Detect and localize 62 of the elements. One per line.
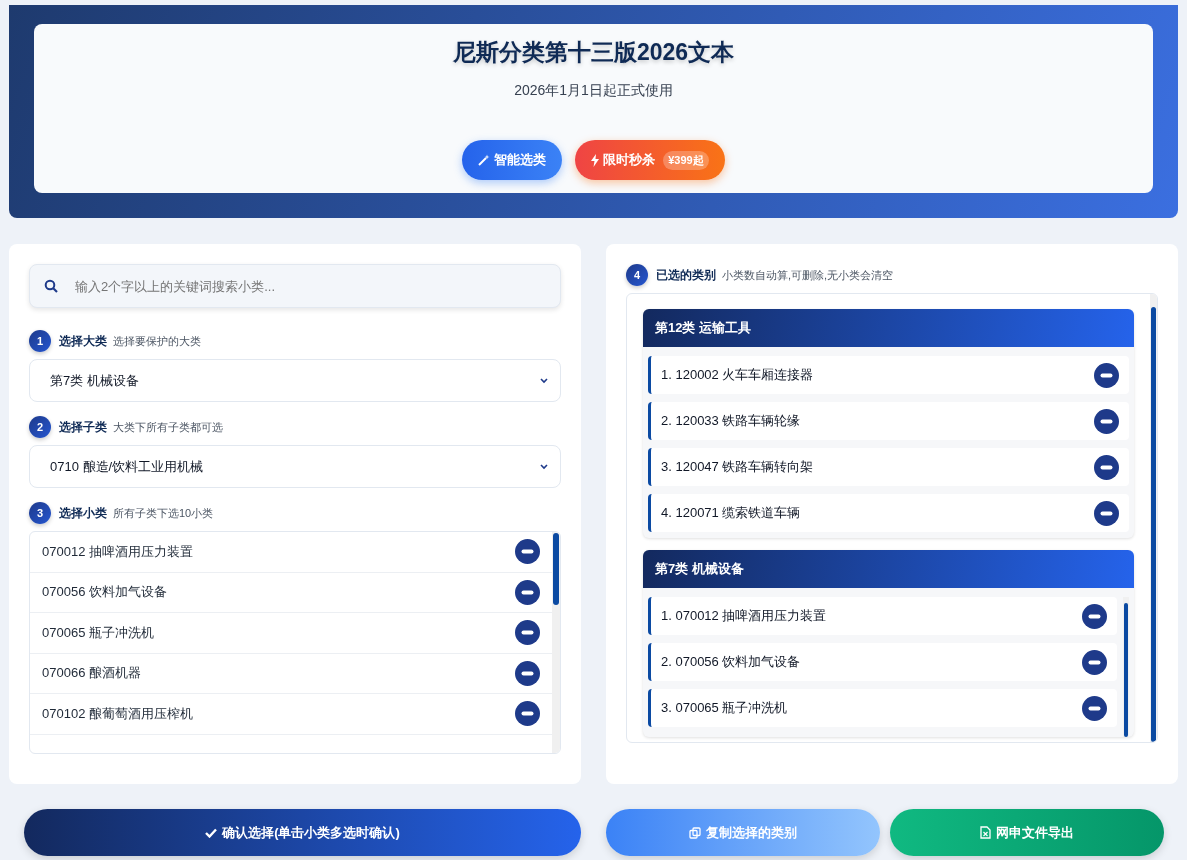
confirm-button[interactable]: 确认选择(单击小类多选时确认) [24,809,581,856]
step-title: 已选的类别 [656,266,716,284]
minus-circle-icon[interactable] [515,620,540,646]
selected-item-label: 3. 070065 瓶子冲洗机 [661,699,788,717]
minus-circle-icon[interactable] [1082,649,1107,675]
class-group-header: 第12类 运输工具 [643,309,1134,347]
subclass-item[interactable]: 070102 酿葡萄酒用压榨机 [30,694,552,735]
step-hint: 小类数自动算,可删除,无小类会清空 [722,267,894,283]
step-number: 2 [29,416,51,438]
subclass-label: 070056 饮料加气设备 [42,583,167,602]
lightning-icon [591,153,600,167]
step-hint: 所有子类下选10小类 [113,505,214,521]
check-icon [205,827,218,838]
minus-circle-icon[interactable] [1082,603,1107,629]
minus-circle-icon[interactable] [1094,362,1119,388]
subclass-label: 070065 瓶子冲洗机 [42,623,154,642]
selected-item-label: 2. 070056 饮料加气设备 [661,653,801,671]
magic-wand-icon [478,154,491,166]
category-dropdown[interactable]: 第7类 机械设备 [29,359,561,402]
step-hint: 选择要保护的大类 [113,333,201,349]
subclass-item[interactable]: 070056 饮料加气设备 [30,572,552,613]
step-number: 4 [626,264,648,286]
minus-circle-icon[interactable] [515,701,540,727]
selected-item-label: 2. 120033 铁路车辆轮缘 [661,412,801,430]
page-title: 尼斯分类第十三版2026文本 [452,38,735,67]
step-title: 选择大类 [59,332,107,350]
step-number: 1 [29,330,51,352]
selected-item-label: 3. 120047 铁路车辆转向架 [661,458,814,476]
minus-circle-icon[interactable] [1082,695,1107,721]
subclass-item[interactable]: 070012 抽啤酒用压力装置 [30,532,552,573]
page-subtitle: 2026年1月1日起正式使用 [514,82,673,100]
minus-circle-icon[interactable] [515,660,540,686]
minus-circle-icon[interactable] [1094,500,1119,526]
scrollbar[interactable] [1123,597,1129,737]
minus-circle-icon[interactable] [1094,454,1119,480]
chevron-down-icon [540,463,548,470]
step-number: 3 [29,502,51,524]
scrollbar[interactable] [552,532,560,753]
minus-circle-icon[interactable] [1094,408,1119,434]
file-icon [980,826,991,839]
selected-item-label: 1. 120002 火车车厢连接器 [661,366,814,384]
chevron-down-icon [540,377,548,384]
price-badge: ¥399起 [663,150,709,170]
search-icon [44,279,58,293]
subclass-label: 070066 酿酒机器 [42,664,141,683]
step-hint: 大类下所有子类都可选 [113,419,223,435]
selected-item-label: 1. 070012 抽啤酒用压力装置 [661,607,827,625]
subclass-item[interactable]: 070066 酿酒机器 [30,653,552,694]
smart-select-button[interactable]: 智能选类 [462,140,563,180]
step-title: 选择子类 [59,418,107,436]
minus-circle-icon[interactable] [515,579,540,605]
subclass-label: 070102 酿葡萄酒用压榨机 [42,704,193,723]
class-group-header: 第7类 机械设备 [643,550,1134,588]
subclass-item[interactable]: 070065 瓶子冲洗机 [30,613,552,654]
minus-circle-icon[interactable] [515,539,540,565]
copy-icon [689,826,701,839]
scrollbar[interactable] [1150,294,1157,742]
category-dropdown[interactable]: 0710 酿造/饮料工业用机械 [29,445,561,488]
search-field[interactable]: 输入2个字以上的关键词搜索小类... [29,264,561,308]
step-title: 选择小类 [59,504,107,522]
selected-item-label: 4. 120071 缆索铁道车辆 [661,504,801,522]
subclass-label: 070012 抽啤酒用压力装置 [42,542,193,561]
